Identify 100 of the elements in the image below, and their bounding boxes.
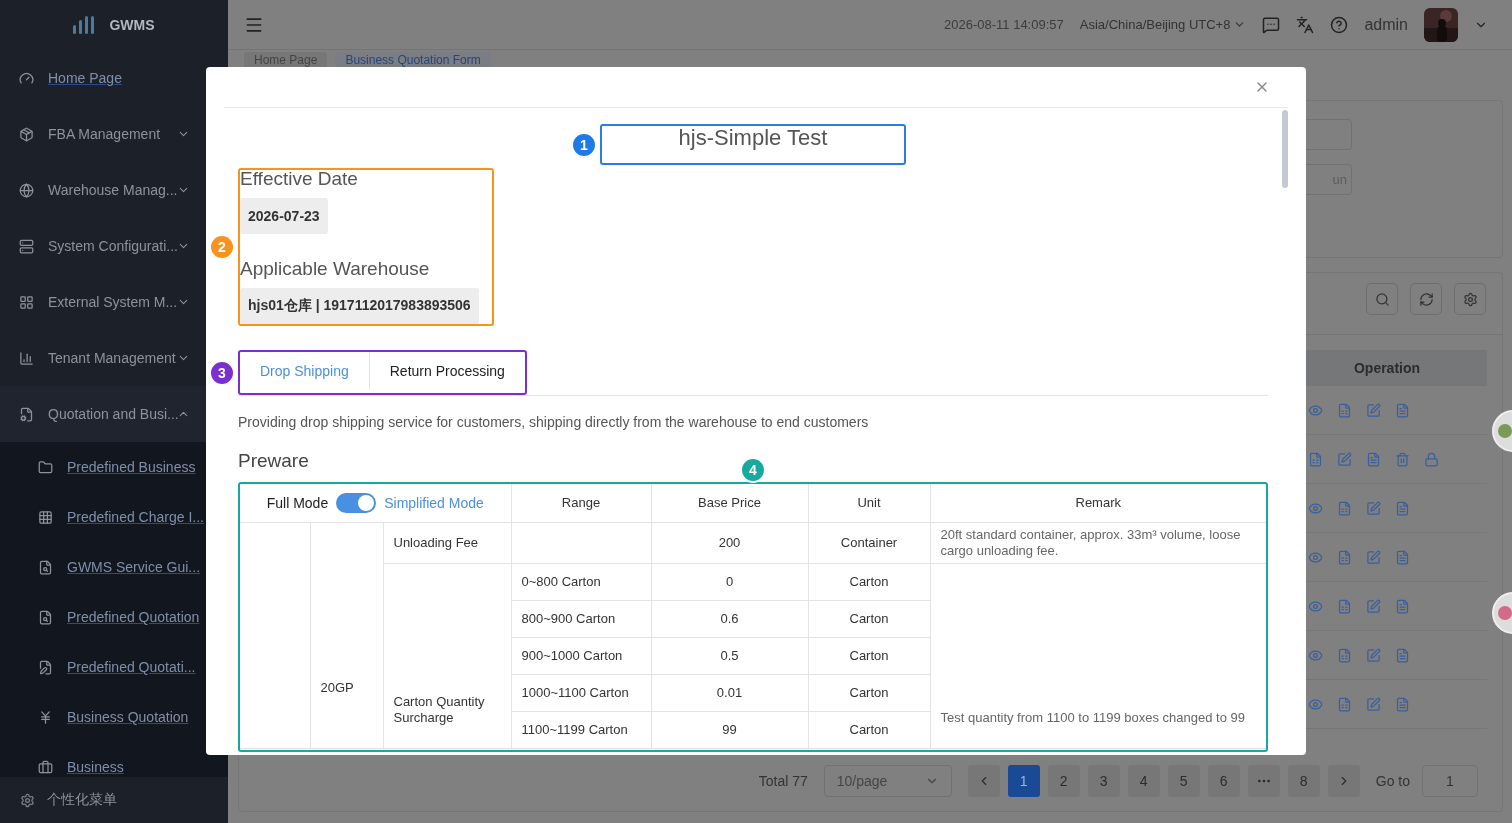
page-input[interactable]: 1	[1422, 765, 1478, 797]
settings-button[interactable]	[1454, 283, 1486, 315]
search-icon	[1374, 291, 1390, 307]
eye-icon[interactable]	[1308, 647, 1323, 663]
document-icon[interactable]	[1395, 696, 1410, 712]
page-button[interactable]: 2	[1047, 765, 1080, 797]
edit-icon[interactable]	[1366, 549, 1381, 565]
message-icon[interactable]	[1262, 15, 1281, 34]
document-icon[interactable]	[1395, 647, 1410, 663]
mode-label: Simplified Mode	[384, 494, 484, 511]
sidebar-item[interactable]: Tenant Management	[0, 330, 210, 386]
column-header: Unit	[808, 484, 930, 522]
spreadsheet-icon[interactable]	[1337, 647, 1352, 663]
spreadsheet-icon[interactable]	[1337, 500, 1352, 516]
sidebar-item[interactable]: Home Page	[0, 50, 210, 106]
settings-icon	[1462, 291, 1478, 307]
scrollbar-thumb[interactable]	[1282, 110, 1288, 188]
table-cell: 200	[651, 522, 808, 563]
field-label: Effective Date	[240, 170, 359, 188]
service-description: Providing drop shipping service for customers, shipping directly from the warehouse to end customers	[238, 414, 870, 430]
table-cell: 0.5	[651, 637, 808, 674]
table-cell: 1000~1100 Carton	[511, 674, 651, 711]
document-icon[interactable]	[1366, 451, 1381, 467]
table-cell: 0.6	[651, 600, 808, 637]
edit-icon[interactable]	[1366, 696, 1381, 712]
eye-icon[interactable]	[1308, 500, 1323, 516]
next-page-button[interactable]	[1327, 765, 1360, 797]
tab[interactable]: Return Processing	[368, 352, 525, 389]
sidebar-item[interactable]: System Configurati...	[0, 218, 210, 274]
field-label: Applicable Warehouse	[240, 260, 431, 278]
edit-icon[interactable]	[1337, 451, 1352, 467]
logo-icon	[73, 16, 96, 34]
step-badge: 4	[740, 457, 766, 483]
table-cell: 0~800 Carton	[511, 563, 651, 600]
total-count: Total 77	[758, 773, 808, 789]
column-header: Range	[511, 484, 651, 522]
date-time: 2026-08-11 14:09:57	[944, 17, 1064, 32]
table-cell: Unloading Fee	[383, 522, 511, 563]
table-cell: Carton Quantity Surcharge	[383, 563, 511, 748]
edit-icon[interactable]	[1366, 647, 1381, 663]
spreadsheet-icon[interactable]	[1337, 696, 1352, 712]
user-name[interactable]: admin	[1364, 15, 1408, 34]
spreadsheet-icon[interactable]	[1337, 549, 1352, 565]
table-cell: 99	[651, 711, 808, 748]
tab[interactable]: Drop Shipping	[240, 352, 369, 389]
quotation-title: hjs-Simple Test	[677, 126, 829, 152]
timezone-select[interactable]: Asia/China/Beijing UTC+8	[1079, 17, 1247, 32]
page-button[interactable]: 6	[1207, 765, 1240, 797]
mode-switch[interactable]	[336, 492, 377, 513]
previous-page-button[interactable]	[967, 765, 1000, 797]
eye-icon[interactable]	[1308, 696, 1323, 712]
refresh-icon	[1418, 291, 1434, 307]
field-value: 2026-07-23	[240, 198, 328, 234]
settings-icon	[20, 792, 35, 808]
trash-icon[interactable]	[1395, 451, 1410, 467]
page-button[interactable]: 5	[1167, 765, 1200, 797]
edit-icon[interactable]	[1366, 598, 1381, 614]
table-cell: 0	[651, 563, 808, 600]
mode-label: Full Mode	[266, 494, 329, 511]
spreadsheet-icon[interactable]	[1308, 451, 1323, 467]
page-button[interactable]	[1247, 765, 1280, 797]
translate-icon[interactable]	[1296, 15, 1315, 34]
document-icon[interactable]	[1395, 402, 1410, 418]
page-size-select[interactable]: 10/page	[823, 765, 952, 797]
spreadsheet-icon[interactable]	[1337, 598, 1352, 614]
help-icon[interactable]	[1330, 15, 1349, 34]
sidebar-item[interactable]: Warehouse Manag...	[0, 162, 210, 218]
page-button[interactable]: 8	[1287, 765, 1320, 797]
table-cell: Carton	[808, 563, 930, 600]
step-badge: 3	[209, 359, 235, 386]
table-cell: 800~900 Carton	[511, 600, 651, 637]
go-to-label: Go to	[1375, 773, 1410, 789]
table-cell: 900~1000 Carton	[511, 637, 651, 674]
eye-icon[interactable]	[1308, 402, 1323, 418]
table-cell: 20GP	[310, 522, 383, 748]
refresh-button[interactable]	[1410, 283, 1442, 315]
step-badge: 1	[571, 131, 597, 158]
sidebar-item[interactable]: FBA Management	[0, 106, 210, 162]
edit-icon[interactable]	[1366, 402, 1381, 418]
search-button[interactable]	[1366, 283, 1398, 315]
table-cell: Container	[808, 522, 930, 563]
sidebar-item[interactable]: External System M...	[0, 274, 210, 330]
document-icon[interactable]	[1395, 549, 1410, 565]
document-icon[interactable]	[1395, 500, 1410, 516]
user-avatar[interactable]	[1424, 7, 1458, 42]
table-cell: 0.01	[651, 674, 808, 711]
spreadsheet-icon[interactable]	[1337, 402, 1352, 418]
section-title: Preware	[238, 450, 309, 472]
page-button[interactable]: 4	[1127, 765, 1160, 797]
page-button[interactable]: 3	[1087, 765, 1120, 797]
field-value: hjs01仓库 | 1917112017983893506	[240, 288, 479, 324]
page-button[interactable]: 1	[1007, 765, 1040, 797]
step-badge: 2	[209, 234, 235, 260]
eye-icon[interactable]	[1308, 598, 1323, 614]
lock-icon[interactable]	[1424, 451, 1439, 467]
eye-icon[interactable]	[1308, 549, 1323, 565]
app-name: GWMS	[109, 17, 155, 33]
table-cell: 1100~1199 Carton	[511, 711, 651, 748]
document-icon[interactable]	[1395, 598, 1410, 614]
edit-icon[interactable]	[1366, 500, 1381, 516]
